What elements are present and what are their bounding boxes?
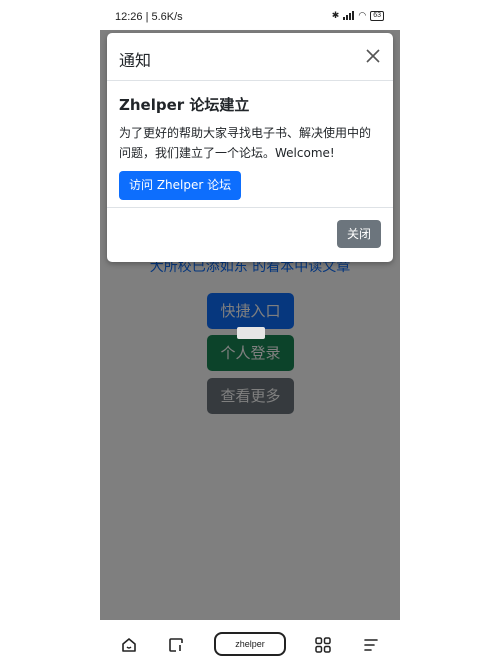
bottom-navbar: zhelper	[100, 620, 400, 656]
tooltip	[237, 327, 265, 339]
modal-body-title: Zhelper 论坛建立	[119, 96, 250, 114]
modal-footer: 关闭	[107, 208, 393, 261]
address-bar[interactable]: zhelper	[214, 632, 286, 656]
visit-forum-button[interactable]: 访问 Zhelper 论坛	[119, 171, 242, 200]
modal-header: 通知	[107, 33, 393, 81]
tabs-icon[interactable]	[167, 636, 185, 654]
apps-grid-icon[interactable]	[314, 636, 332, 654]
signal-icon	[343, 11, 355, 20]
home-icon[interactable]	[120, 636, 138, 654]
modal-body-text: 为了更好的帮助大家寻找电子书、解决使用中的问题，我们建立了一个论坛。Welcom…	[119, 126, 372, 160]
status-bar: 12:26 | 5.6K/s ✱ ◠ 63	[100, 0, 400, 30]
modal-title: 通知	[119, 51, 152, 70]
close-button[interactable]: 关闭	[337, 220, 381, 248]
modal-body: Zhelper 论坛建立 为了更好的帮助大家寻找电子书、解决使用中的问题，我们建…	[107, 81, 393, 208]
battery-icon: 63	[370, 10, 384, 21]
wifi-icon: ◠	[358, 10, 367, 20]
status-time: 12:26 | 5.6K/s	[115, 11, 183, 23]
status-icons: ✱ ◠ 63	[332, 10, 384, 21]
bluetooth-icon: ✱	[331, 10, 340, 20]
close-icon[interactable]	[361, 44, 385, 68]
notice-modal: 通知 Zhelper 论坛建立 为了更好的帮助大家寻找电子书、解决使用中的问题，…	[107, 33, 393, 262]
menu-icon[interactable]	[362, 636, 380, 654]
